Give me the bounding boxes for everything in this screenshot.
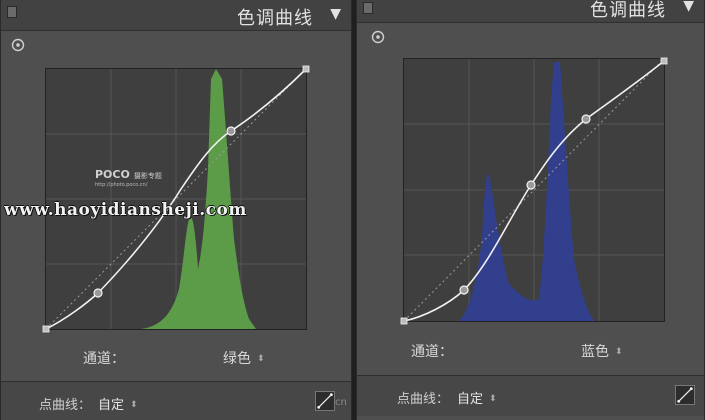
target-adjustment-icon[interactable]: [11, 38, 25, 52]
point-curve-value: 自定: [98, 398, 125, 413]
channel-select[interactable]: 绿色 ⬍: [223, 348, 265, 368]
point-curve-bar: 点曲线： 自定 ⬍: [1, 381, 351, 420]
point-curve-edit-button[interactable]: [315, 391, 335, 411]
curve-point[interactable]: [526, 180, 536, 190]
channel-select[interactable]: 蓝色 ⬍: [581, 341, 623, 361]
channel-label: 通道：: [411, 344, 453, 360]
panel-header[interactable]: 色调曲线 ▼: [357, 0, 704, 23]
target-adjustment-icon[interactable]: [371, 30, 385, 44]
curve-point[interactable]: [459, 285, 469, 295]
curve-endpoint[interactable]: [42, 325, 50, 333]
point-curve-value: 自定: [457, 392, 484, 407]
panel-toggle-icon[interactable]: [363, 2, 373, 14]
curve-endpoint[interactable]: [660, 57, 668, 65]
channel-label: 通道：: [83, 351, 125, 367]
diagonal-curve-icon: [317, 393, 333, 409]
tone-curve-panel-blue: 色调曲线 ▼ 通道： 蓝色 ⬍ 点曲线： 自定 ⬍: [356, 0, 705, 420]
triangle-down-icon[interactable]: ▼: [330, 6, 341, 22]
panel-toggle-icon[interactable]: [7, 6, 17, 18]
poco-url: http://photo.poco.cn/: [95, 182, 148, 188]
website-watermark: www.haoyidiansheji.com: [4, 200, 247, 220]
panel-title: 色调曲线: [590, 0, 666, 21]
up-down-chevron-icon: ⬍: [130, 400, 138, 410]
point-curve-label: 点曲线：: [397, 392, 450, 407]
channel-value: 蓝色: [581, 344, 609, 360]
curve-endpoint[interactable]: [400, 317, 408, 325]
panel-header[interactable]: 色调曲线 ▼: [1, 0, 351, 31]
channel-value: 绿色: [223, 351, 251, 367]
up-down-chevron-icon: ⬍: [489, 394, 497, 404]
curve-point[interactable]: [226, 126, 236, 136]
point-curve-select[interactable]: 自定 ⬍: [457, 388, 497, 407]
triangle-down-icon[interactable]: ▼: [683, 0, 694, 14]
panel-title: 色调曲线: [237, 8, 313, 29]
poco-logo: POCO 摄影专题 http://photo.poco.cn/: [95, 163, 162, 188]
curve-endpoint[interactable]: [302, 65, 310, 73]
curve-point[interactable]: [581, 114, 591, 124]
poco-brand: POCO: [95, 168, 130, 181]
tone-curve-graph[interactable]: [42, 65, 310, 333]
point-curve-label: 点曲线：: [39, 398, 92, 413]
up-down-chevron-icon: ⬍: [257, 354, 265, 364]
tone-curve-graph[interactable]: [400, 57, 668, 325]
up-down-chevron-icon: ⬍: [615, 347, 623, 357]
point-curve-select[interactable]: 自定 ⬍: [98, 394, 138, 413]
poco-tag: 摄影专题: [133, 172, 162, 180]
point-curve-edit-button[interactable]: [675, 385, 695, 405]
point-curve-bar: 点曲线： 自定 ⬍: [357, 375, 704, 416]
curve-point[interactable]: [93, 288, 103, 298]
corner-watermark: cn: [335, 397, 347, 408]
diagonal-curve-icon: [677, 387, 693, 403]
